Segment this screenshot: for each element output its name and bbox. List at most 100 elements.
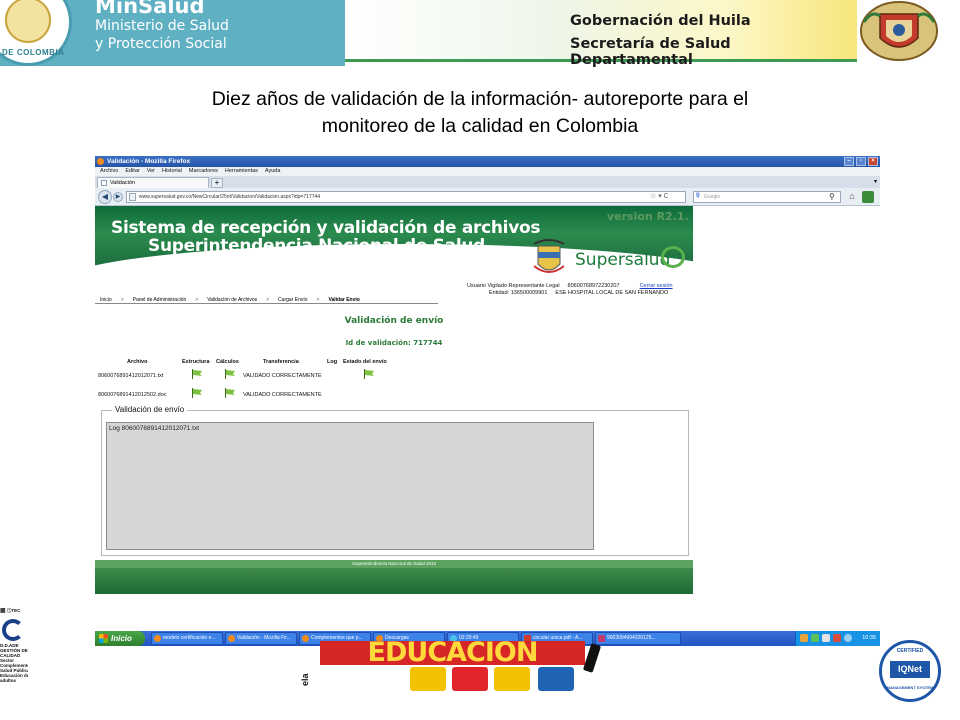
window-title: Validación - Mozilla Firefox [107,158,191,165]
iqnet-label: IQNet [890,661,930,678]
iqnet-top-text: CERTIFIED [896,648,924,654]
tab-list-chevron-down-icon[interactable]: ▾ [874,178,877,185]
site-identity-icon[interactable] [129,193,136,201]
education-heart-icon [452,667,488,691]
user-role: Usuario Vigilado Representante Legal [467,283,560,289]
pencil-icon [582,643,602,673]
navigation-bar: ◀ ▶ www.supersalud.gov.co/NewCircular/25… [95,188,880,206]
menu-ayuda[interactable]: Ayuda [265,167,281,176]
file-name-1[interactable]: 8060076891412012071.txt [98,373,163,379]
log-textarea[interactable]: Log 8060076891412012071.txt [106,422,594,550]
back-arrow-icon[interactable]: ◀ [98,190,112,204]
footer-band [95,568,693,594]
search-input[interactable]: Google [693,191,841,203]
taskbar-item-label: modelo certificación e... [163,635,216,641]
firefox-icon [154,635,161,642]
breadcrumb-validar-active[interactable]: Validar Envío [328,296,360,303]
column-log: Log [327,359,338,365]
fieldset-legend: Validación de envío [112,405,188,414]
breadcrumb-separator: > [120,297,124,303]
menu-ver[interactable]: Ver [147,167,155,176]
minsalud-subtitle-2: y Protección Social [95,36,227,52]
breadcrumb-validacion[interactable]: Validación de Archivos [207,296,257,303]
start-button[interactable]: Inicio [95,631,145,646]
menu-historial[interactable]: Historial [162,167,182,176]
column-archivo: Archivo [127,359,148,365]
home-icon[interactable]: ⌂ [845,190,859,204]
addon-icon[interactable] [862,191,874,203]
icontec-ring-icon [2,619,24,641]
firefox-icon [97,158,104,165]
breadcrumb: Inicio > Panel de Administración > Valid… [95,296,438,304]
supersalud-leaf-icon [661,246,685,268]
iqnet-certification-logo: CERTIFIED IQNet MANAGEMENT SYSTEM [879,640,941,702]
window-controls: – ▫ × [844,157,878,166]
breadcrumb-separator: > [316,297,320,303]
menu-herramientas[interactable]: Herramientas [225,167,258,176]
slide-title-line-1: Diez años de validación de la informació… [211,88,749,110]
taskbar-item[interactable]: modelo certificación e... [151,632,223,645]
tray-icon[interactable] [811,634,819,642]
tray-icon[interactable] [833,634,841,642]
menu-editar[interactable]: Editar [125,167,139,176]
column-transferencia: Transferencia [263,359,299,365]
tray-icon[interactable] [800,634,808,642]
entity-name: ESE HOSPITAL LOCAL DE SAN FERNANDO [555,290,669,296]
column-calculos: Cálculos [216,359,239,365]
slide-title: Diez años de validación de la informació… [110,86,850,140]
column-estructura: Estructura [182,359,210,365]
education-house-icon [538,667,574,691]
banner-title-line-1: Sistema de recepción y validación de arc… [111,218,541,238]
search-icon[interactable]: ⚲ [829,192,835,201]
tab-label: Validación [110,180,135,186]
taskbar-item[interactable]: 9003094994320125... [595,632,681,645]
breadcrumb-panel[interactable]: Panel de Administración [133,296,187,303]
close-icon[interactable]: × [868,157,878,166]
tab-validacion[interactable]: Validación [97,177,209,188]
education-bike-icon [494,667,530,691]
menu-archivo[interactable]: Archivo [100,167,118,176]
menu-bar: Archivo Editar Ver Historial Marcadores … [95,167,880,176]
minimize-icon[interactable]: – [844,157,854,166]
firefox-icon [302,635,309,642]
firefox-window: Validación - Mozilla Firefox – ▫ × Archi… [95,156,880,206]
windows-logo-icon [99,634,108,643]
system-tray: 10:35 [795,631,880,646]
user-id: 80600768972230207 [567,283,620,289]
ministry-seal-text: DE COLOMBIA [2,48,65,57]
version-label: version R2.1. [607,210,689,223]
structure-ok-flag-icon [192,388,202,398]
envio-ok-flag-icon [364,369,374,379]
clock: 10:35 [862,635,876,641]
logout-link[interactable]: Cerrar sesión [640,283,673,290]
validation-id: Id de validación: 717744 [345,339,443,347]
file-name-2[interactable]: 8060076891412012502.doc [98,392,167,398]
forward-arrow-icon[interactable]: ▶ [113,192,123,202]
breadcrumb-inicio[interactable]: Inicio [100,296,112,303]
new-tab-button[interactable]: + [211,178,223,188]
education-side-text: ela [300,673,310,686]
bookmark-star-icon[interactable]: ☆ ▾ C [650,192,669,200]
file-status-2: VALIDADO CORRECTAMENTE [243,392,322,398]
education-puzzle-icon [410,667,446,691]
icontec-line: adultos [0,678,17,683]
url-input[interactable]: www.supersalud.gov.co/NewCircular/25nt/V… [126,191,686,203]
document-icon [598,635,605,642]
network-icon[interactable] [844,634,852,642]
breadcrumb-cargar[interactable]: Cargar Envío [278,296,307,303]
taskbar-item[interactable]: Validación - Mozilla Fir... [225,632,297,645]
calculation-ok-flag-icon [225,369,235,379]
file-status-1: VALIDADO CORRECTAMENTE [243,373,322,379]
minsalud-subtitle-1: Ministerio de Salud [95,18,229,34]
user-info: Usuario Vigilado Representante Legal 806… [467,283,673,297]
icontec-certification-logo: ⬛ ⓘTEC D.D.ADE GESTIÓN DE CALIDAD Sector… [0,608,28,690]
menu-marcadores[interactable]: Marcadores [189,167,218,176]
maximize-icon[interactable]: ▫ [856,157,866,166]
taskbar-item-label: 9003094994320125... [607,635,656,641]
structure-ok-flag-icon [192,369,202,379]
window-titlebar: Validación - Mozilla Firefox – ▫ × [95,156,880,167]
huila-header: Gobernación del Huila Secretaría de Salu… [345,0,857,68]
education-logo: EDUCACIÓN [320,641,585,665]
breadcrumb-separator: > [195,297,199,303]
tray-icon[interactable] [822,634,830,642]
